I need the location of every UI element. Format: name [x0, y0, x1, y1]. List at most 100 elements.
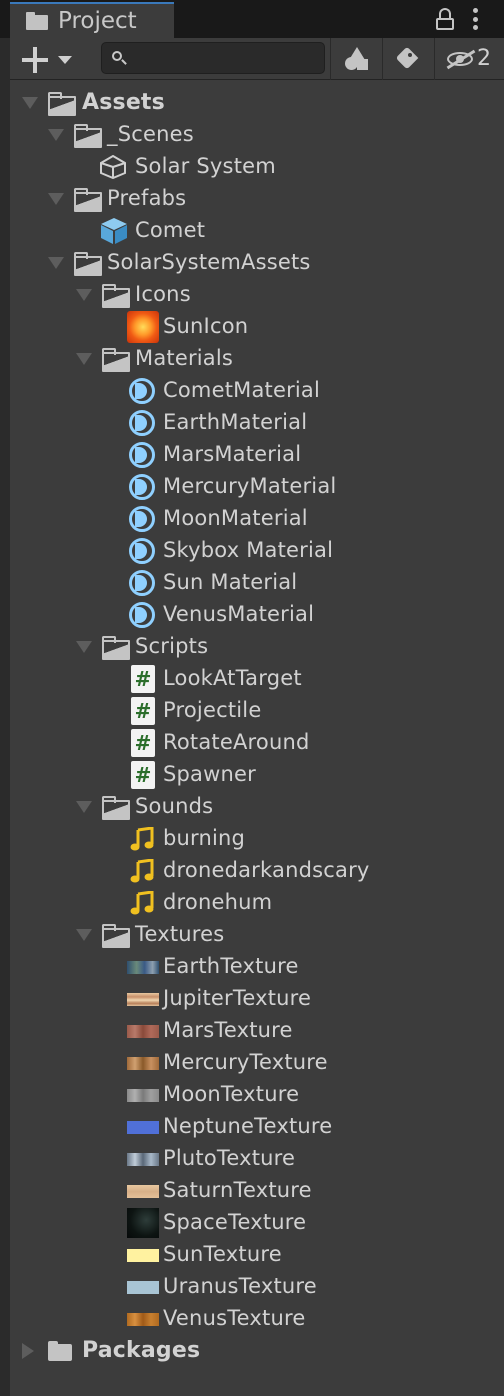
material-icon — [129, 506, 155, 532]
toolbar: 2 — [0, 38, 504, 80]
expand-arrow-icon[interactable] — [48, 193, 64, 205]
material-icon — [129, 538, 155, 564]
csharp-script-icon: # — [131, 761, 155, 789]
search-field[interactable] — [101, 42, 325, 74]
tree-item-packages[interactable]: Packages — [10, 1335, 504, 1367]
expand-arrow-icon[interactable] — [76, 641, 92, 653]
tree-item-materials[interactable]: Materials — [10, 343, 504, 375]
music-note-icon — [130, 859, 156, 883]
lock-icon[interactable] — [436, 8, 454, 30]
tree-item-script[interactable]: # Projectile — [10, 695, 504, 727]
tree-item-texture[interactable]: EarthTexture — [10, 951, 504, 983]
tree-item-label: VenusMaterial — [163, 602, 315, 626]
tree-item-audio[interactable]: dronehum — [10, 887, 504, 919]
tree-item-icons[interactable]: Icons — [10, 279, 504, 311]
venus-texture-icon — [127, 1313, 159, 1326]
tree-item-texture[interactable]: MarsTexture — [10, 1015, 504, 1047]
tree-item-material[interactable]: EarthMaterial — [10, 407, 504, 439]
sun-texture-swatch-icon — [127, 1249, 159, 1262]
folder-open-icon — [102, 283, 130, 308]
tree-item-label: EarthMaterial — [163, 410, 308, 434]
tree-item-label: Projectile — [163, 698, 262, 722]
tree-item-label: MarsMaterial — [163, 442, 302, 466]
tree-item-textures[interactable]: Textures — [10, 919, 504, 951]
expand-arrow-icon[interactable] — [48, 257, 64, 269]
tree-item-texture[interactable]: PlutoTexture — [10, 1143, 504, 1175]
tree-item-label: Materials — [135, 346, 234, 370]
material-icon — [129, 474, 155, 500]
tree-item-scripts[interactable]: Scripts — [10, 631, 504, 663]
expand-arrow-icon[interactable] — [76, 801, 92, 813]
material-icon — [129, 442, 155, 468]
search-input[interactable] — [136, 45, 316, 71]
tree-item-scenes[interactable]: _Scenes — [10, 119, 504, 151]
tree-item-sunicon[interactable]: SunIcon — [10, 311, 504, 343]
tree-item-script[interactable]: # Spawner — [10, 759, 504, 791]
tab-project[interactable]: Project — [10, 2, 174, 38]
tree-item-label: Comet — [135, 218, 206, 242]
more-options-icon[interactable] — [472, 8, 478, 30]
tree-item-script[interactable]: # RotateAround — [10, 727, 504, 759]
expand-arrow-icon[interactable] — [48, 129, 64, 141]
tree-item-label: SaturnTexture — [163, 1178, 312, 1202]
tree-item-script[interactable]: # LookAtTarget — [10, 663, 504, 695]
tab-bar: Project — [0, 0, 504, 38]
tree-item-solarsystemassets[interactable]: SolarSystemAssets — [10, 247, 504, 279]
tree-item-material[interactable]: Skybox Material — [10, 535, 504, 567]
tree-item-label: dronedarkandscary — [163, 858, 370, 882]
tree-item-assets[interactable]: Assets — [10, 87, 504, 119]
tree-item-comet-prefab[interactable]: Comet — [10, 215, 504, 247]
tree-item-material[interactable]: MercuryMaterial — [10, 471, 504, 503]
tree-item-texture[interactable]: MercuryTexture — [10, 1047, 504, 1079]
filter-by-label-button[interactable] — [382, 38, 434, 80]
csharp-script-icon: # — [131, 665, 155, 693]
tree-item-label: Assets — [82, 90, 165, 115]
tree-item-material[interactable]: VenusMaterial — [10, 599, 504, 631]
material-icon — [129, 378, 155, 404]
tree-item-material[interactable]: Sun Material — [10, 567, 504, 599]
tree-item-texture[interactable]: MoonTexture — [10, 1079, 504, 1111]
tree-item-texture[interactable]: JupiterTexture — [10, 983, 504, 1015]
tree-item-texture[interactable]: SpaceTexture — [10, 1207, 504, 1239]
tree-item-label: Sounds — [135, 794, 214, 818]
tree-item-label: LookAtTarget — [163, 666, 302, 690]
tree-item-label: SunTexture — [163, 1242, 282, 1266]
tree-item-label: MercuryTexture — [163, 1050, 328, 1074]
tree-item-label: EarthTexture — [163, 954, 299, 978]
folder-open-icon — [102, 795, 130, 820]
tree-item-audio[interactable]: burning — [10, 823, 504, 855]
chevron-down-icon — [58, 56, 72, 64]
expand-arrow-icon[interactable] — [76, 289, 92, 301]
expand-arrow-icon[interactable] — [76, 929, 92, 941]
tree-item-material[interactable]: MoonMaterial — [10, 503, 504, 535]
tree-item-texture[interactable]: SaturnTexture — [10, 1175, 504, 1207]
collapse-arrow-icon[interactable] — [22, 1343, 34, 1359]
folder-open-icon — [102, 635, 130, 660]
tree-item-solar-system-scene[interactable]: Solar System — [10, 151, 504, 183]
space-texture-icon — [127, 1208, 159, 1238]
tree-item-material[interactable]: CometMaterial — [10, 375, 504, 407]
eye-slash-icon — [446, 48, 476, 70]
tree-item-material[interactable]: MarsMaterial — [10, 439, 504, 471]
tree-item-label: Textures — [135, 922, 225, 946]
expand-arrow-icon[interactable] — [22, 97, 38, 109]
tree-item-label: VenusTexture — [163, 1306, 306, 1330]
shapes-icon — [345, 47, 371, 71]
tree-item-texture[interactable]: VenusTexture — [10, 1303, 504, 1335]
unity-scene-icon — [100, 155, 126, 179]
create-button[interactable] — [22, 44, 78, 74]
prefab-cube-icon — [100, 217, 128, 245]
tree-item-sounds[interactable]: Sounds — [10, 791, 504, 823]
tree-item-texture[interactable]: NeptuneTexture — [10, 1111, 504, 1143]
tree-item-audio[interactable]: dronedarkandscary — [10, 855, 504, 887]
folder-open-icon — [74, 123, 102, 148]
expand-arrow-icon[interactable] — [76, 353, 92, 365]
hidden-packages-button[interactable]: 2 — [434, 38, 504, 80]
tree-item-prefabs[interactable]: Prefabs — [10, 183, 504, 215]
tree-item-texture[interactable]: SunTexture — [10, 1239, 504, 1271]
filter-by-type-button[interactable] — [330, 38, 382, 80]
tree-item-texture[interactable]: UranusTexture — [10, 1271, 504, 1303]
tree-item-label: MarsTexture — [163, 1018, 293, 1042]
tree-item-label: SpaceTexture — [163, 1210, 307, 1234]
music-note-icon — [130, 891, 156, 915]
